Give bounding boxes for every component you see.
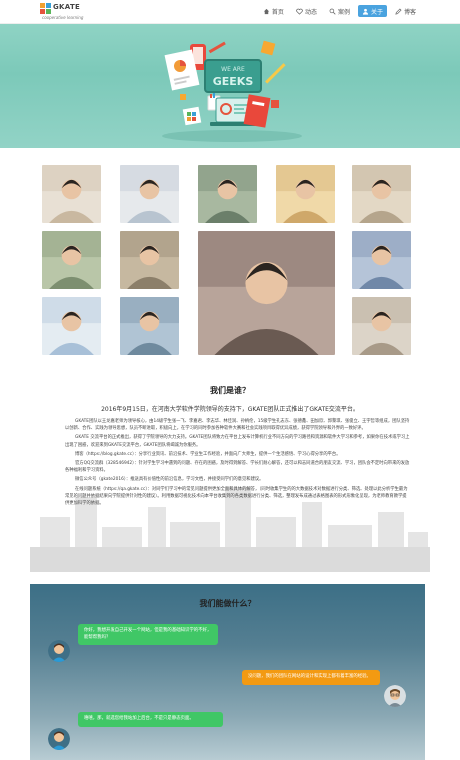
who-paragraph: GKATE 交流平台的正式推出，获得了学院领导的大力支持。GKATE团队将致力在… xyxy=(65,435,410,448)
board-line2: GEEKS xyxy=(213,75,254,88)
top-navbar: GKATE cooperative learning 首页 动态 案例 关于 博… xyxy=(0,0,460,24)
hero-illustration: WE ARE GEEKS xyxy=(162,40,302,142)
user-avatar xyxy=(48,728,70,750)
user-icon xyxy=(362,8,369,15)
team-avatar xyxy=(384,685,406,707)
what-title: 我们能做什么？ xyxy=(199,599,256,608)
team-member-photo xyxy=(120,297,179,355)
nav-item-label: 博客 xyxy=(403,8,416,16)
who-body: GKATE团队以王龙嘉老师为领导核心，由14级学生张一飞、李嘉君、李志华、林佳润… xyxy=(65,418,410,509)
team-member-photo xyxy=(120,165,179,223)
what-section: 我们能做什么？ 你好，我想开发自己开发一个网站，但是我的基础知识学的不好，能帮帮… xyxy=(30,584,425,760)
home-icon xyxy=(263,8,270,14)
nav-item-blog[interactable]: 博客 xyxy=(391,5,420,17)
pencil-icon xyxy=(395,7,402,15)
chat-message-left: 嘻嘻，那，就选您给我站加上后台，不是只是静态页面。 xyxy=(78,712,223,727)
who-section: 我们是谁？ 2016年9月15日，在河南大学软件学院领导的支持下，GKATE团队… xyxy=(30,382,430,582)
team-member-photo xyxy=(198,165,257,223)
nav-item-about[interactable]: 关于 xyxy=(357,5,387,17)
nav-item-label: 关于 xyxy=(370,8,383,16)
who-paragraph: 微信公众号（gkate2016）：推送具有价值性的前沿信息，学习文档，并接受同学… xyxy=(75,477,264,483)
heart-icon xyxy=(296,8,303,15)
team-member-photo xyxy=(120,231,179,289)
nav-item-label: 动态 xyxy=(304,8,317,16)
carousel-indicators xyxy=(222,156,240,160)
team-member-photo xyxy=(42,231,101,289)
carousel-dot[interactable] xyxy=(236,156,240,160)
nav-item-label: 首页 xyxy=(271,8,284,16)
search-icon xyxy=(329,8,336,15)
nav-menu: 首页 动态 案例 关于 博客 xyxy=(259,5,420,17)
nav-item-cases[interactable]: 案例 xyxy=(325,5,354,17)
nav-item-news[interactable]: 动态 xyxy=(292,5,321,17)
team-member-photo xyxy=(352,165,411,223)
carousel-dot-active[interactable] xyxy=(229,156,233,160)
logo-text: GKATE xyxy=(53,3,81,11)
team-member-photo xyxy=(198,231,335,355)
team-member-photo xyxy=(352,297,411,355)
who-paragraph: 博客（https://blog.gkate.cc）：分享行业资讯、前沿技术、学业… xyxy=(75,451,341,457)
nav-item-label: 案例 xyxy=(337,8,350,16)
logo-subtitle: cooperative learning xyxy=(42,15,84,20)
team-member-photo xyxy=(352,231,411,289)
hero-banner: WE ARE GEEKS xyxy=(0,24,460,160)
who-paragraph: GKATE团队以王龙嘉老师为领导核心，由14级学生张一飞、李嘉君、李志华、林佳润… xyxy=(65,419,410,432)
team-member-photo xyxy=(42,297,101,355)
user-avatar xyxy=(48,640,70,662)
logo[interactable]: GKATE cooperative learning xyxy=(40,2,84,22)
who-paragraph: 官方QQ交流群（328546942）：针对学生学习中遇到的问题、存在的困惑，及时… xyxy=(65,461,410,474)
team-member-photo xyxy=(276,165,335,223)
board-line1: WE ARE xyxy=(221,66,245,73)
team-member-photo xyxy=(42,165,101,223)
chat-message-right: 没问题，我们的团队在网站的设计和实现上都有着丰富的经验。 xyxy=(242,670,380,685)
who-lead: 2016年9月15日，在河南大学软件学院领导的支持下，GKATE团队正式推出了G… xyxy=(101,406,359,413)
chat-message-left: 你好，我想开发自己开发一个网站，但是我的基础知识学的不好，能帮帮我吗？ xyxy=(78,624,218,645)
who-title: 我们是谁？ xyxy=(210,386,250,395)
logo-mark-icon xyxy=(40,3,51,14)
who-paragraph: 在线问题系统（https://qa.gkate.cc）：对同学们学习中的常见问题… xyxy=(65,486,408,507)
nav-item-home[interactable]: 首页 xyxy=(259,5,288,17)
carousel-dot[interactable] xyxy=(222,156,226,160)
